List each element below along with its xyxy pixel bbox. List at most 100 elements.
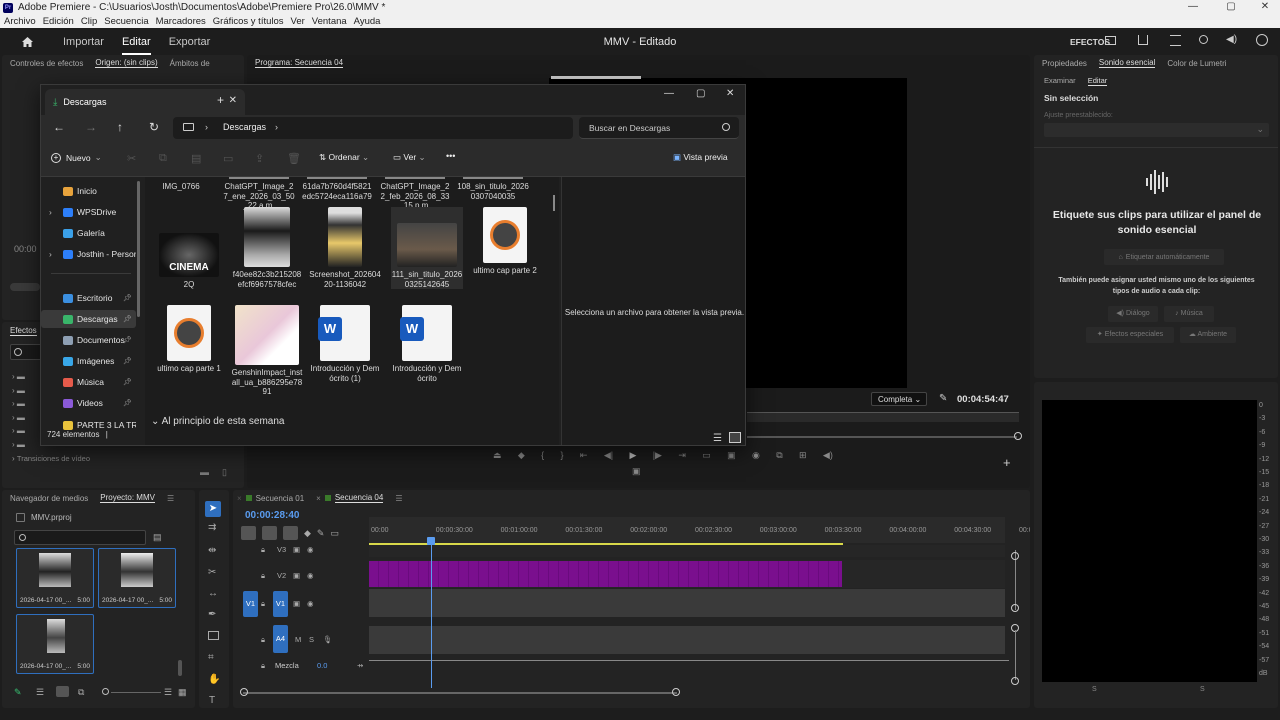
type-ambiente-button[interactable]: ☁ Ambiente bbox=[1180, 327, 1236, 343]
step-back-icon[interactable]: ◀| bbox=[604, 450, 613, 461]
audio-icon[interactable]: ◀) bbox=[823, 450, 833, 461]
sync-icon[interactable]: ▣ bbox=[293, 599, 300, 608]
lock-icon[interactable]: 🔒︎ bbox=[261, 545, 265, 555]
tab-project[interactable]: Proyecto: MMV bbox=[100, 493, 155, 503]
add-button-icon[interactable]: + bbox=[1003, 455, 1011, 470]
hscroll-handle-right[interactable] bbox=[672, 688, 680, 696]
explorer-search-input[interactable]: Buscar en Descargas bbox=[579, 117, 739, 139]
address-bar[interactable]: › Descargas › bbox=[173, 117, 573, 139]
type-musica-button[interactable]: ♪ Música bbox=[1164, 306, 1214, 322]
mark-in-icon[interactable]: { bbox=[541, 450, 544, 460]
meter-solo-right[interactable]: S bbox=[1200, 686, 1205, 693]
program-scroll-handle[interactable] bbox=[1014, 432, 1022, 440]
preview-pane-button[interactable]: ▣ Vista previa bbox=[673, 152, 728, 163]
go-in-icon[interactable]: ⇤ bbox=[580, 450, 588, 461]
source-patch-v1[interactable]: V1 bbox=[243, 591, 258, 617]
paste-icon[interactable]: ▤ bbox=[191, 152, 201, 165]
refresh-icon[interactable]: ↻ bbox=[149, 120, 159, 134]
workspace-editar[interactable]: Editar bbox=[113, 36, 160, 55]
delete-icon[interactable]: 🗑︎ bbox=[287, 152, 301, 165]
snap-icon[interactable] bbox=[262, 526, 277, 540]
home-icon[interactable] bbox=[0, 36, 54, 48]
compare-icon[interactable]: ⧉ bbox=[776, 450, 782, 461]
address-path[interactable]: Descargas bbox=[223, 122, 266, 132]
maximize-button[interactable]: ▢ bbox=[1214, 0, 1248, 15]
workspace-importar[interactable]: Importar bbox=[54, 36, 113, 48]
v2-clips[interactable] bbox=[369, 561, 842, 587]
menu-secuencia[interactable]: Secuencia bbox=[104, 16, 148, 27]
share-icon[interactable]: ⇪ bbox=[255, 152, 264, 165]
file-item[interactable]: IMG_0766 bbox=[145, 177, 217, 192]
fullscreen-icon[interactable] bbox=[1256, 34, 1268, 46]
mix-value[interactable]: 0.0 bbox=[317, 661, 327, 670]
track-target-v1[interactable]: V1 bbox=[273, 591, 288, 617]
file-item[interactable]: CINEMA 2Q bbox=[153, 233, 225, 290]
cut-icon[interactable]: ✂ bbox=[127, 152, 136, 165]
menu-ver[interactable]: Ver bbox=[291, 16, 305, 27]
icon-view-icon[interactable] bbox=[56, 686, 69, 697]
step-forward-icon[interactable]: |▶ bbox=[653, 450, 662, 461]
search-icon[interactable] bbox=[1199, 35, 1208, 44]
minimize-button[interactable]: — bbox=[1176, 0, 1210, 15]
eye-icon[interactable]: ◉ bbox=[307, 599, 314, 608]
sync-icon[interactable]: ▣ bbox=[293, 571, 300, 580]
automate-icon[interactable]: ▦ bbox=[178, 687, 187, 698]
sidebar-item[interactable]: Música 📌︎ bbox=[41, 373, 136, 391]
lane-v1[interactable] bbox=[369, 589, 1005, 617]
explorer-close[interactable]: ✕ bbox=[726, 88, 734, 99]
panel-layout-icon[interactable] bbox=[1105, 36, 1116, 45]
file-item[interactable]: 108_sin_titulo_20260307040035 bbox=[457, 177, 529, 201]
sidebar-item[interactable]: Videos 📌︎ bbox=[41, 394, 136, 412]
preset-dropdown[interactable]: ⌄ bbox=[1044, 123, 1269, 137]
sort-button[interactable]: ⇅ Ordenar ⌄ bbox=[319, 152, 369, 163]
sidebar-item[interactable]: Documentos 📌︎ bbox=[41, 331, 136, 349]
list-view-icon[interactable]: ☰ bbox=[36, 687, 44, 698]
wrench-icon[interactable]: ✎ bbox=[939, 393, 947, 404]
close-tab-icon[interactable]: × bbox=[237, 494, 242, 503]
razor-icon[interactable]: ✂ bbox=[208, 567, 216, 578]
chevron-right-icon[interactable]: › bbox=[49, 249, 52, 259]
hand-icon[interactable]: ✋ bbox=[208, 674, 220, 685]
safe-margin-icon[interactable]: ▣ bbox=[632, 466, 641, 477]
up-icon[interactable]: ↑ bbox=[117, 120, 123, 134]
menu-ayuda[interactable]: Ayuda bbox=[354, 16, 381, 27]
insert-icon[interactable]: ▭ bbox=[702, 450, 711, 461]
export-frame-icon[interactable]: ◉ bbox=[752, 450, 760, 461]
auto-tag-button[interactable]: ⌂ Etiquetar automáticamente bbox=[1104, 249, 1224, 265]
marker-icon[interactable]: ◆ bbox=[518, 450, 525, 461]
sidebar-item[interactable]: › WPSDrive bbox=[41, 203, 136, 221]
new-tab-button[interactable]: + bbox=[217, 93, 224, 107]
file-item[interactable]: Screenshot_20260420-1136042 bbox=[309, 207, 381, 289]
menu-marcadores[interactable]: Marcadores bbox=[156, 16, 206, 27]
captions-icon[interactable]: ▭ bbox=[330, 528, 339, 539]
clip-thumbnail[interactable]: 2026-04-17 00_... 5:00 bbox=[16, 548, 94, 608]
linked-selection-icon[interactable] bbox=[283, 526, 298, 540]
settings-sliders-icon[interactable] bbox=[1170, 35, 1181, 46]
type-sfx-button[interactable]: ✦ Efectos especiales bbox=[1086, 327, 1174, 343]
sidebar-item[interactable]: › Josthin - Person bbox=[41, 245, 136, 263]
file-item[interactable]: ChatGPT_Image_22_feb_2026_08_33_15 p.m. bbox=[379, 177, 451, 211]
chevron-right-icon[interactable]: › bbox=[49, 207, 52, 217]
details-view-icon[interactable]: ☰ bbox=[713, 433, 722, 444]
selection-tool-icon[interactable]: ➤ bbox=[205, 501, 221, 517]
subtab-examinar[interactable]: Examinar bbox=[1044, 76, 1076, 86]
subtab-editar[interactable]: Editar bbox=[1087, 76, 1108, 86]
zoom-slider[interactable] bbox=[111, 692, 161, 693]
meter-solo-left[interactable]: S bbox=[1092, 686, 1097, 693]
file-item[interactable]: ultimo cap parte 1 bbox=[153, 305, 225, 374]
back-icon[interactable]: ← bbox=[53, 120, 65, 134]
type-dialogo-button[interactable]: ◀) Diálogo bbox=[1108, 306, 1158, 322]
play-icon[interactable]: ▶ bbox=[629, 450, 636, 461]
file-item[interactable]: ultimo cap parte 2 bbox=[469, 207, 541, 276]
mark-out-icon[interactable]: } bbox=[561, 450, 564, 460]
sync-icon[interactable]: ▣ bbox=[293, 545, 300, 554]
vscroll-handle[interactable] bbox=[1011, 604, 1019, 612]
tab-program[interactable]: Programa: Secuencia 04 bbox=[255, 58, 344, 68]
tiles-view-icon[interactable] bbox=[729, 432, 741, 443]
tab-scopes[interactable]: Ámbitos de bbox=[170, 59, 210, 68]
track-select-icon[interactable]: ⇉ bbox=[208, 522, 216, 533]
clip-thumbnail[interactable]: 2026-04-17 00_... 5:00 bbox=[98, 548, 176, 608]
hscroll-handle-left[interactable] bbox=[240, 688, 248, 696]
mix-nav-icon[interactable]: ⇸ bbox=[357, 661, 363, 670]
file-item[interactable]: ChatGPT_Image_27_ene_2026_03_50_22 a.m. bbox=[223, 177, 295, 211]
